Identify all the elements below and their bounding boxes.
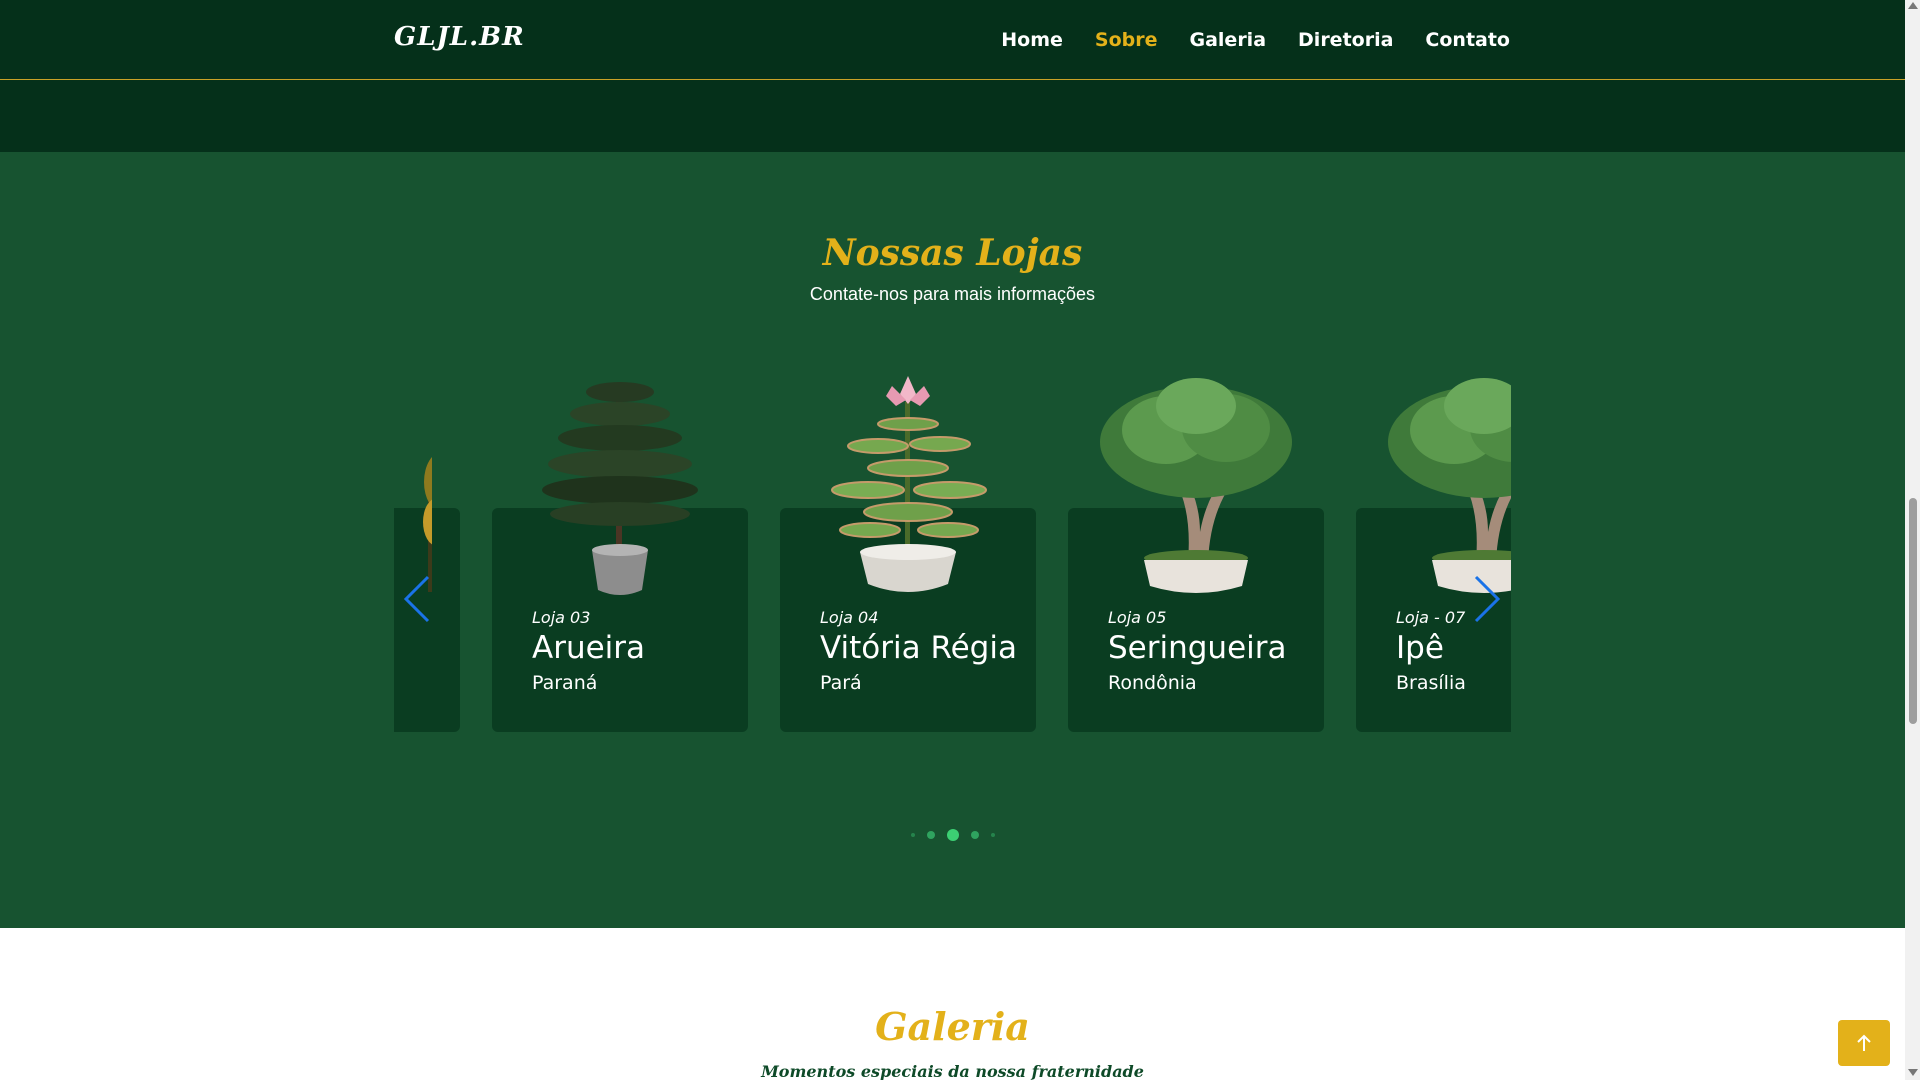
gallery-title: Galeria [875, 1004, 1030, 1049]
site-header: GLJL.BR Home Sobre Galeria Diretoria Con… [0, 0, 1905, 80]
bonsai-tree-icon [1388, 378, 1511, 593]
store-state: Paraná [532, 672, 598, 694]
scrollbar-thumb[interactable] [1909, 498, 1917, 724]
araucaria-tree-icon [542, 382, 698, 595]
page-scrollbar[interactable] [1905, 0, 1920, 1080]
pagination-dot[interactable] [910, 833, 915, 837]
nav-contato[interactable]: Contato [1425, 29, 1510, 51]
carousel-pagination [0, 827, 1905, 843]
pagination-dot[interactable] [970, 831, 979, 839]
hero-bottom-band [0, 80, 1905, 152]
nav-sobre[interactable]: Sobre [1095, 29, 1158, 51]
water-lily-icon [831, 376, 987, 592]
stores-section: Nossas Lojas Contate-nos para mais infor… [0, 152, 1905, 928]
store-card[interactable]: Loja 03 Arueira Paraná [492, 382, 748, 732]
golden-plant-icon [423, 457, 432, 592]
store-number: Loja 05 [1108, 608, 1167, 627]
store-card[interactable]: Loja 05 Seringueira Rondônia [1068, 378, 1324, 732]
store-name: Arueira [532, 630, 646, 666]
stores-title: Nossas Lojas [822, 232, 1083, 274]
store-name: Vitória Régia [820, 630, 1017, 666]
store-name: Seringueira [1108, 630, 1287, 666]
store-number: Loja - 07 [1396, 608, 1466, 627]
store-state: Rondônia [1108, 672, 1197, 694]
store-number: Loja 04 [820, 608, 879, 627]
stores-carousel[interactable]: Loja 03 Arueira Paraná Loja 04 Vitória R… [394, 372, 1511, 732]
store-card[interactable]: Loja 04 Vitória Régia Pará [780, 376, 1036, 732]
store-state: Pará [820, 672, 862, 694]
back-to-top-button[interactable] [1838, 1020, 1890, 1066]
chevron-left-icon[interactable] [402, 575, 432, 623]
pagination-dot-active[interactable] [946, 829, 959, 841]
store-state: Brasília [1396, 672, 1466, 694]
arrow-up-icon [1857, 1034, 1871, 1051]
chevron-right-icon[interactable] [1472, 575, 1502, 623]
nav-home[interactable]: Home [1001, 29, 1063, 51]
pagination-dot[interactable] [926, 831, 935, 839]
scroll-up-icon[interactable] [1908, 2, 1918, 9]
scroll-down-icon[interactable] [1908, 1069, 1918, 1076]
store-name: Ipê [1396, 630, 1444, 666]
store-number: Loja 03 [532, 608, 591, 627]
gallery-subtitle: Momentos especiais da nossa fraternidade [761, 1062, 1144, 1080]
stores-subtitle: Contate-nos para mais informações [809, 284, 1096, 304]
pagination-dot[interactable] [990, 833, 995, 837]
brand-logo[interactable]: GLJL.BR [394, 22, 525, 52]
bonsai-tree-icon [1100, 378, 1292, 593]
main-nav: Home Sobre Galeria Diretoria Contato [1001, 0, 1510, 80]
nav-galeria[interactable]: Galeria [1190, 29, 1267, 51]
nav-diretoria[interactable]: Diretoria [1298, 29, 1393, 51]
